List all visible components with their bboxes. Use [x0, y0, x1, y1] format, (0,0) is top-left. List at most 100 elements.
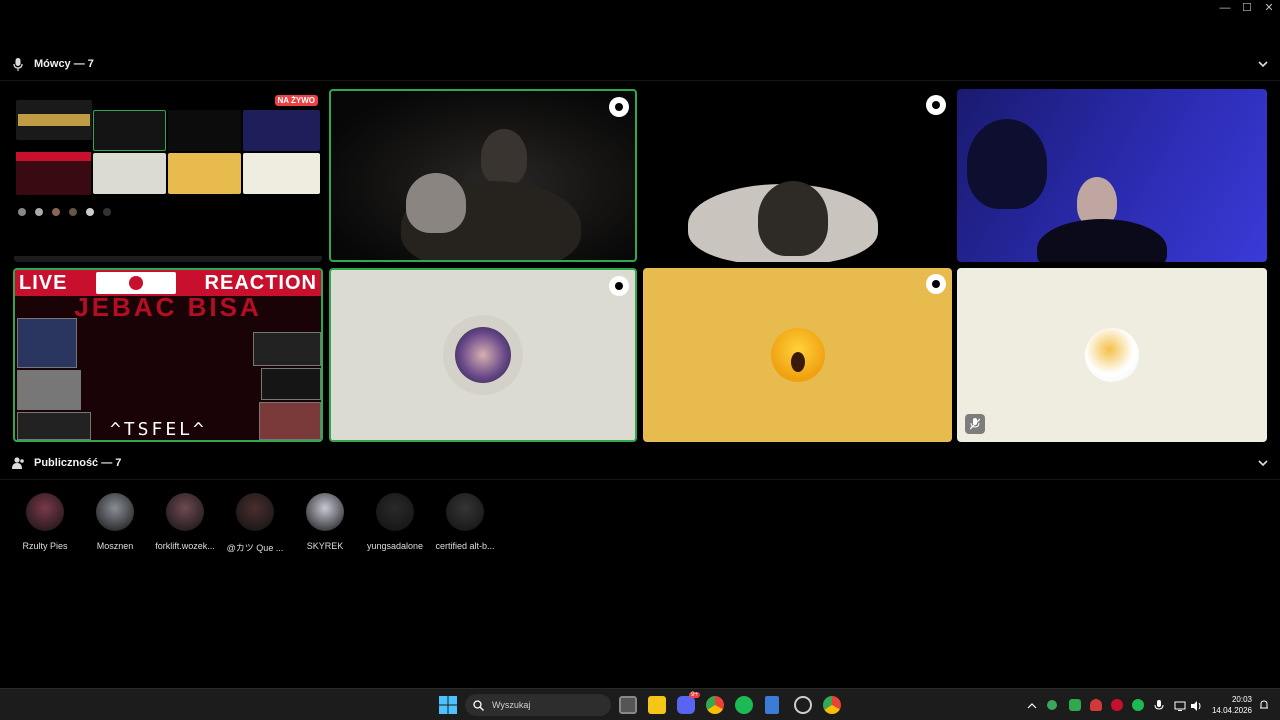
chevron-up-icon[interactable] [1026, 699, 1038, 711]
taskbar-search[interactable]: Wyszukaj [465, 694, 611, 716]
avatar-tile[interactable] [957, 268, 1267, 442]
avatar [446, 493, 484, 531]
speakers-header[interactable]: Mówcy — 7 [0, 54, 1280, 74]
clock-date: 14.04.2026 [1211, 706, 1252, 715]
member-name: forklift.wozek... [155, 541, 215, 551]
audience-member[interactable]: certified alt-b... [430, 493, 500, 551]
avatar [236, 493, 274, 531]
stream-logo [96, 272, 176, 294]
live-badge: NA ŻYWO [274, 95, 318, 106]
maximize-button[interactable]: ☐ [1236, 0, 1258, 16]
spotify-icon[interactable] [735, 696, 753, 714]
mini-tile [93, 153, 166, 194]
mini-tile [243, 153, 320, 194]
steam-icon[interactable] [794, 696, 812, 714]
participant-video [481, 129, 527, 185]
chrome-profile-icon[interactable] [823, 696, 841, 714]
moderator-icon [609, 276, 629, 296]
task-view-icon[interactable] [619, 696, 637, 714]
stream-tile[interactable]: LIVE REACTION JEBAC BISA ^TSFEL^ [13, 268, 323, 442]
taskbar: Wyszukaj 9+ 20:03 14.04.2026 [0, 688, 1280, 720]
audience-header[interactable]: Publiczność — 7 [0, 453, 1280, 473]
member-name: certified alt-b... [435, 541, 495, 551]
member-name: SKYREK [306, 541, 344, 551]
chevron-down-icon[interactable] [1256, 57, 1270, 71]
moderator-icon [926, 95, 946, 115]
member-name: Rzulty Pies [22, 541, 68, 551]
network-icon[interactable] [1174, 699, 1186, 711]
screen-share-tile[interactable]: NA ŻYWO [14, 90, 322, 262]
system-clock[interactable]: 20:03 14.04.2026 [1212, 694, 1252, 716]
close-button[interactable]: ✕ [1258, 0, 1280, 16]
stream-thumbnail [259, 402, 321, 440]
avatar [166, 493, 204, 531]
stream-thumbnail [17, 318, 77, 368]
mini-tile [243, 110, 320, 151]
file-explorer-icon[interactable] [648, 696, 666, 714]
avatar [26, 493, 64, 531]
microphone-tray-icon[interactable] [1153, 699, 1165, 711]
chevron-down-icon[interactable] [1256, 456, 1270, 470]
volume-icon[interactable] [1190, 699, 1202, 711]
speakers-title: Mówcy — 7 [34, 58, 94, 70]
status-icon[interactable] [1047, 700, 1057, 710]
mic-tray-icon[interactable] [1090, 699, 1102, 711]
notepad-icon[interactable] [765, 696, 779, 714]
stream-thumbnail [261, 368, 321, 400]
discord-icon[interactable]: 9+ [677, 692, 700, 714]
avatar-tile[interactable] [643, 268, 952, 442]
avatar [376, 493, 414, 531]
stream-thumbnail [17, 412, 91, 440]
microphone-icon [11, 57, 25, 71]
chrome-icon[interactable] [706, 696, 724, 714]
audience-member[interactable]: yungsadalone [360, 493, 430, 551]
video-tile[interactable] [957, 89, 1267, 262]
avatar [96, 493, 134, 531]
avatar [770, 328, 825, 382]
search-icon [473, 699, 484, 711]
clock-time: 20:03 [1231, 695, 1252, 704]
audience-member[interactable]: Rzulty Pies [10, 493, 80, 551]
window-controls: — ☐ ✕ [1214, 0, 1280, 16]
mini-taskbar [14, 256, 322, 262]
video-tile[interactable] [643, 89, 952, 262]
moderator-icon [609, 97, 629, 117]
app-tray-icon[interactable] [1111, 699, 1123, 711]
discord-notification-badge: 9+ [689, 692, 700, 698]
avatar [306, 493, 344, 531]
stream-thumbnail [253, 332, 321, 366]
divider [0, 479, 1280, 480]
moderator-icon [926, 274, 946, 294]
windows-start-icon[interactable] [439, 696, 457, 714]
member-name: Mosznen [96, 541, 134, 551]
banner-left-text: LIVE [19, 271, 68, 294]
mini-tile [16, 100, 92, 140]
avatar-tile[interactable] [329, 268, 637, 442]
participant-video [406, 173, 466, 233]
search-placeholder: Wyszukaj [492, 700, 531, 710]
mini-tile [93, 110, 166, 151]
audience-member[interactable]: SKYREK [290, 493, 360, 551]
divider [0, 80, 1280, 81]
spotify-tray-icon[interactable] [1132, 699, 1144, 711]
avatar [1085, 328, 1139, 382]
mini-tile [168, 153, 241, 194]
participant-video [1037, 219, 1167, 262]
mini-tile [168, 110, 241, 151]
muted-icon [965, 414, 985, 434]
audience-icon [11, 456, 25, 470]
stream-thumbnail [17, 370, 81, 410]
member-name: @カツ Que ... [226, 543, 284, 553]
notification-icon[interactable] [1258, 698, 1270, 710]
minimize-button[interactable]: — [1214, 0, 1236, 16]
audience-member[interactable]: Mosznen [80, 493, 150, 551]
nvidia-icon[interactable] [1069, 699, 1081, 711]
mini-audience-row [18, 208, 128, 216]
participant-video [758, 181, 828, 256]
audience-title: Publiczność — 7 [34, 457, 122, 469]
stream-signature: ^TSFEL^ [110, 419, 207, 440]
video-tile[interactable] [329, 89, 637, 262]
audience-member[interactable]: @カツ Que ... [220, 493, 290, 554]
participant-video [967, 119, 1047, 209]
audience-member[interactable]: forklift.wozek... [150, 493, 220, 551]
